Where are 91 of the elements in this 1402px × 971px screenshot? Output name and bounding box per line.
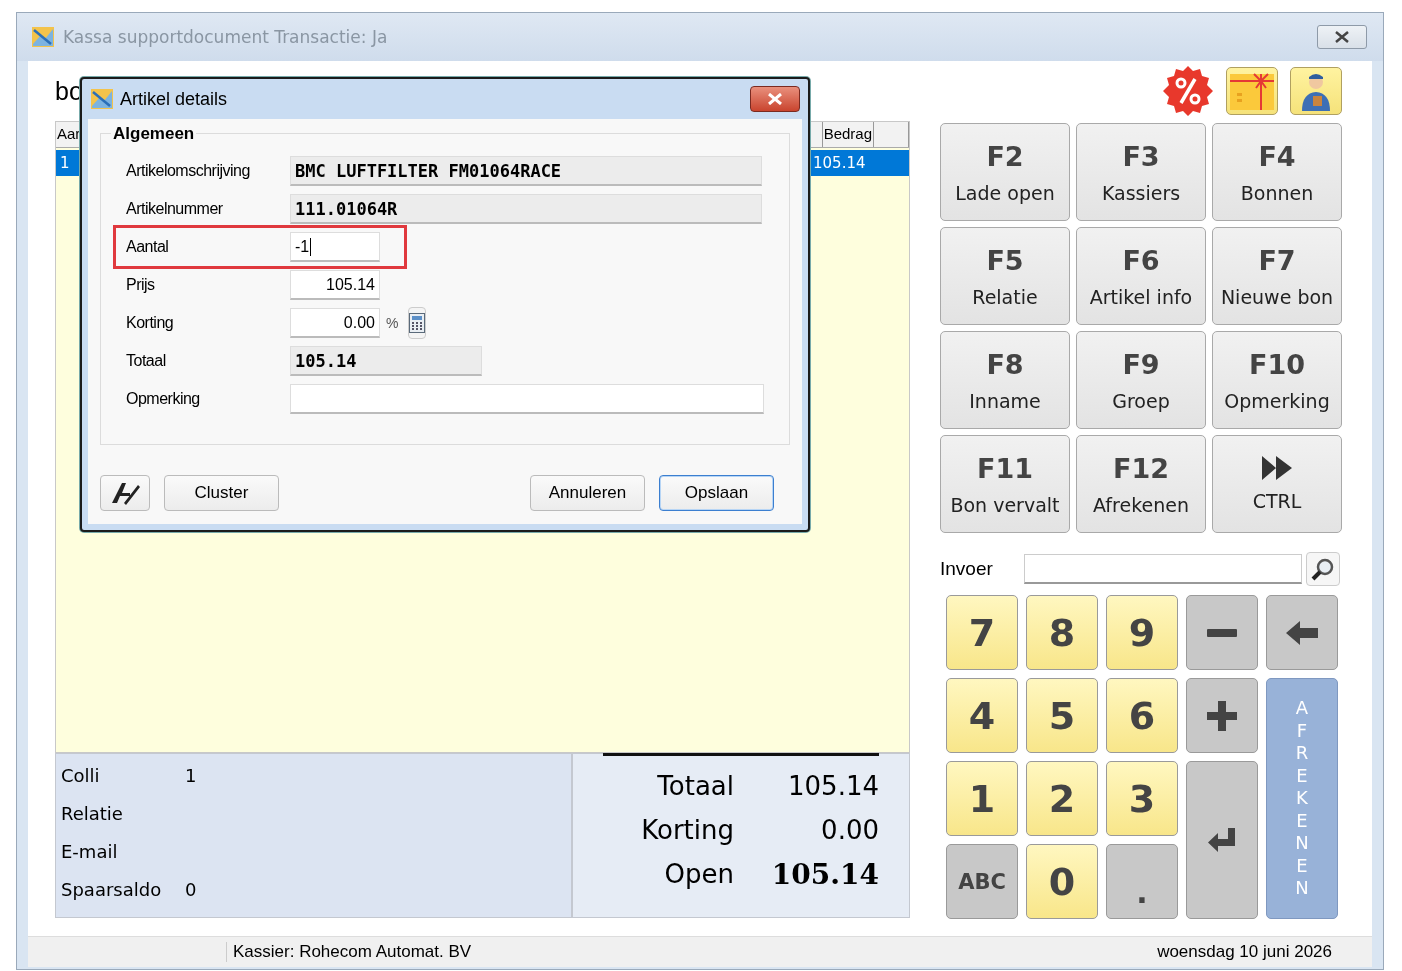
keypad-key[interactable]: 0: [1026, 844, 1098, 919]
function-key[interactable]: CTRL: [1212, 435, 1342, 533]
input-label: Invoer: [940, 558, 994, 580]
field-label: Aantal: [125, 238, 170, 256]
field-label: Opmerking: [125, 390, 201, 408]
function-key[interactable]: F2 Lade open: [940, 123, 1070, 221]
function-key[interactable]: F12 Afrekenen: [1076, 435, 1206, 533]
input-field[interactable]: [290, 384, 764, 414]
icon-button[interactable]: [100, 475, 150, 511]
total-label: Korting: [640, 815, 734, 845]
summary-value: 1: [185, 764, 197, 786]
close-button[interactable]: [750, 86, 800, 112]
calculator-icon: [409, 313, 426, 333]
enter-key[interactable]: [1186, 761, 1258, 919]
dialog-button[interactable]: Cluster: [164, 475, 279, 511]
keypad-key[interactable]: 7: [946, 595, 1018, 670]
keypad-key[interactable]: ABC: [946, 844, 1018, 919]
input-field[interactable]: -1: [290, 232, 380, 262]
function-key[interactable]: F7 Nieuwe bon: [1212, 227, 1342, 325]
function-key[interactable]: F3 Kassiers: [1076, 123, 1206, 221]
summary-label: Relatie: [61, 802, 124, 824]
input-field[interactable]: 105.14: [290, 270, 380, 300]
toolbar-button[interactable]: [1226, 67, 1278, 115]
display-field: BMC LUFTFILTER FM01064RACE: [290, 156, 762, 186]
field-label: Artikelnummer: [125, 200, 224, 218]
fast-forward-icon: [1262, 456, 1292, 480]
keypad-key[interactable]: 5: [1026, 678, 1098, 753]
summary-label: Colli: [61, 764, 101, 786]
input-field[interactable]: [1024, 554, 1302, 584]
keypad-key[interactable]: 3: [1106, 761, 1178, 836]
minus-icon: [1207, 628, 1237, 637]
keypad-key[interactable]: 4: [946, 678, 1018, 753]
keypad-key[interactable]: 9: [1106, 595, 1178, 670]
enter-icon: [1208, 828, 1236, 852]
signature-icon: [110, 481, 140, 505]
close-button[interactable]: [1317, 25, 1367, 49]
total-value: 105.14: [787, 771, 879, 801]
cashier-text: Kassier: Rohecom Automat. BV: [226, 942, 1158, 962]
function-key[interactable]: F5 Relatie: [940, 227, 1070, 325]
field-label: Prijs: [125, 276, 156, 294]
function-key[interactable]: F10 Opmerking: [1212, 331, 1342, 429]
window-title: Kassa supportdocument Transactie: Ja: [63, 27, 389, 47]
toolbar-button[interactable]: [1290, 67, 1342, 115]
unit-label: %: [386, 315, 399, 331]
function-key[interactable]: F11 Bon vervalt: [940, 435, 1070, 533]
total-value: 105.14: [770, 857, 879, 891]
function-key[interactable]: F4 Bonnen: [1212, 123, 1342, 221]
close-icon: [767, 93, 783, 105]
keypad-key[interactable]: [1186, 595, 1258, 670]
total-label: Open: [663, 859, 734, 889]
dialog-button[interactable]: Annuleren: [530, 475, 645, 511]
keypad-key[interactable]: [1266, 595, 1338, 670]
table-cell-text: 105.14: [812, 154, 867, 172]
dialog-title: Artikel details: [120, 88, 229, 110]
dialog-icon: [90, 88, 114, 110]
column-header: Bedrag: [821, 122, 874, 147]
field-label: Totaal: [125, 352, 167, 370]
group-title: Algemeen: [111, 124, 197, 144]
keypad-key[interactable]: 2: [1026, 761, 1098, 836]
gift-icon: [1229, 71, 1275, 111]
keypad-key[interactable]: 1: [946, 761, 1018, 836]
summary-label: E-mail: [61, 840, 119, 862]
dialog-button[interactable]: Opslaan: [659, 475, 774, 511]
keypad-key[interactable]: 8: [1026, 595, 1098, 670]
keypad-key[interactable]: [1186, 678, 1258, 753]
search-icon: [1311, 557, 1335, 581]
table-cell-text: 1: [59, 154, 71, 172]
input-field[interactable]: 0.00: [290, 308, 380, 338]
display-field: 105.14: [290, 346, 482, 376]
summary-value: 0: [185, 878, 197, 900]
total-label: Totaal: [656, 771, 734, 801]
calculator-button[interactable]: [408, 307, 427, 339]
function-key[interactable]: F9 Groep: [1076, 331, 1206, 429]
toolbar-button[interactable]: [1162, 67, 1214, 115]
arrow-left-icon: [1286, 620, 1318, 645]
keypad-key[interactable]: 6: [1106, 678, 1178, 753]
plus-icon: [1207, 700, 1237, 731]
total-value: 0.00: [820, 815, 879, 845]
percent-badge-icon: [1162, 65, 1214, 117]
display-field: 111.01064R: [290, 194, 762, 224]
app-icon: [31, 26, 55, 48]
field-label: Artikelomschrijving: [125, 162, 251, 180]
function-key[interactable]: F8 Inname: [940, 331, 1070, 429]
field-label: Korting: [125, 314, 175, 332]
date-text: woensdag 10 juni 2026: [1157, 942, 1333, 962]
keypad-key[interactable]: .: [1106, 844, 1178, 919]
person-icon: [1300, 71, 1332, 111]
summary-label: Spaarsaldo: [61, 878, 163, 900]
function-key[interactable]: F6 Artikel info: [1076, 227, 1206, 325]
search-button[interactable]: [1306, 552, 1340, 586]
close-icon: [1334, 31, 1350, 43]
